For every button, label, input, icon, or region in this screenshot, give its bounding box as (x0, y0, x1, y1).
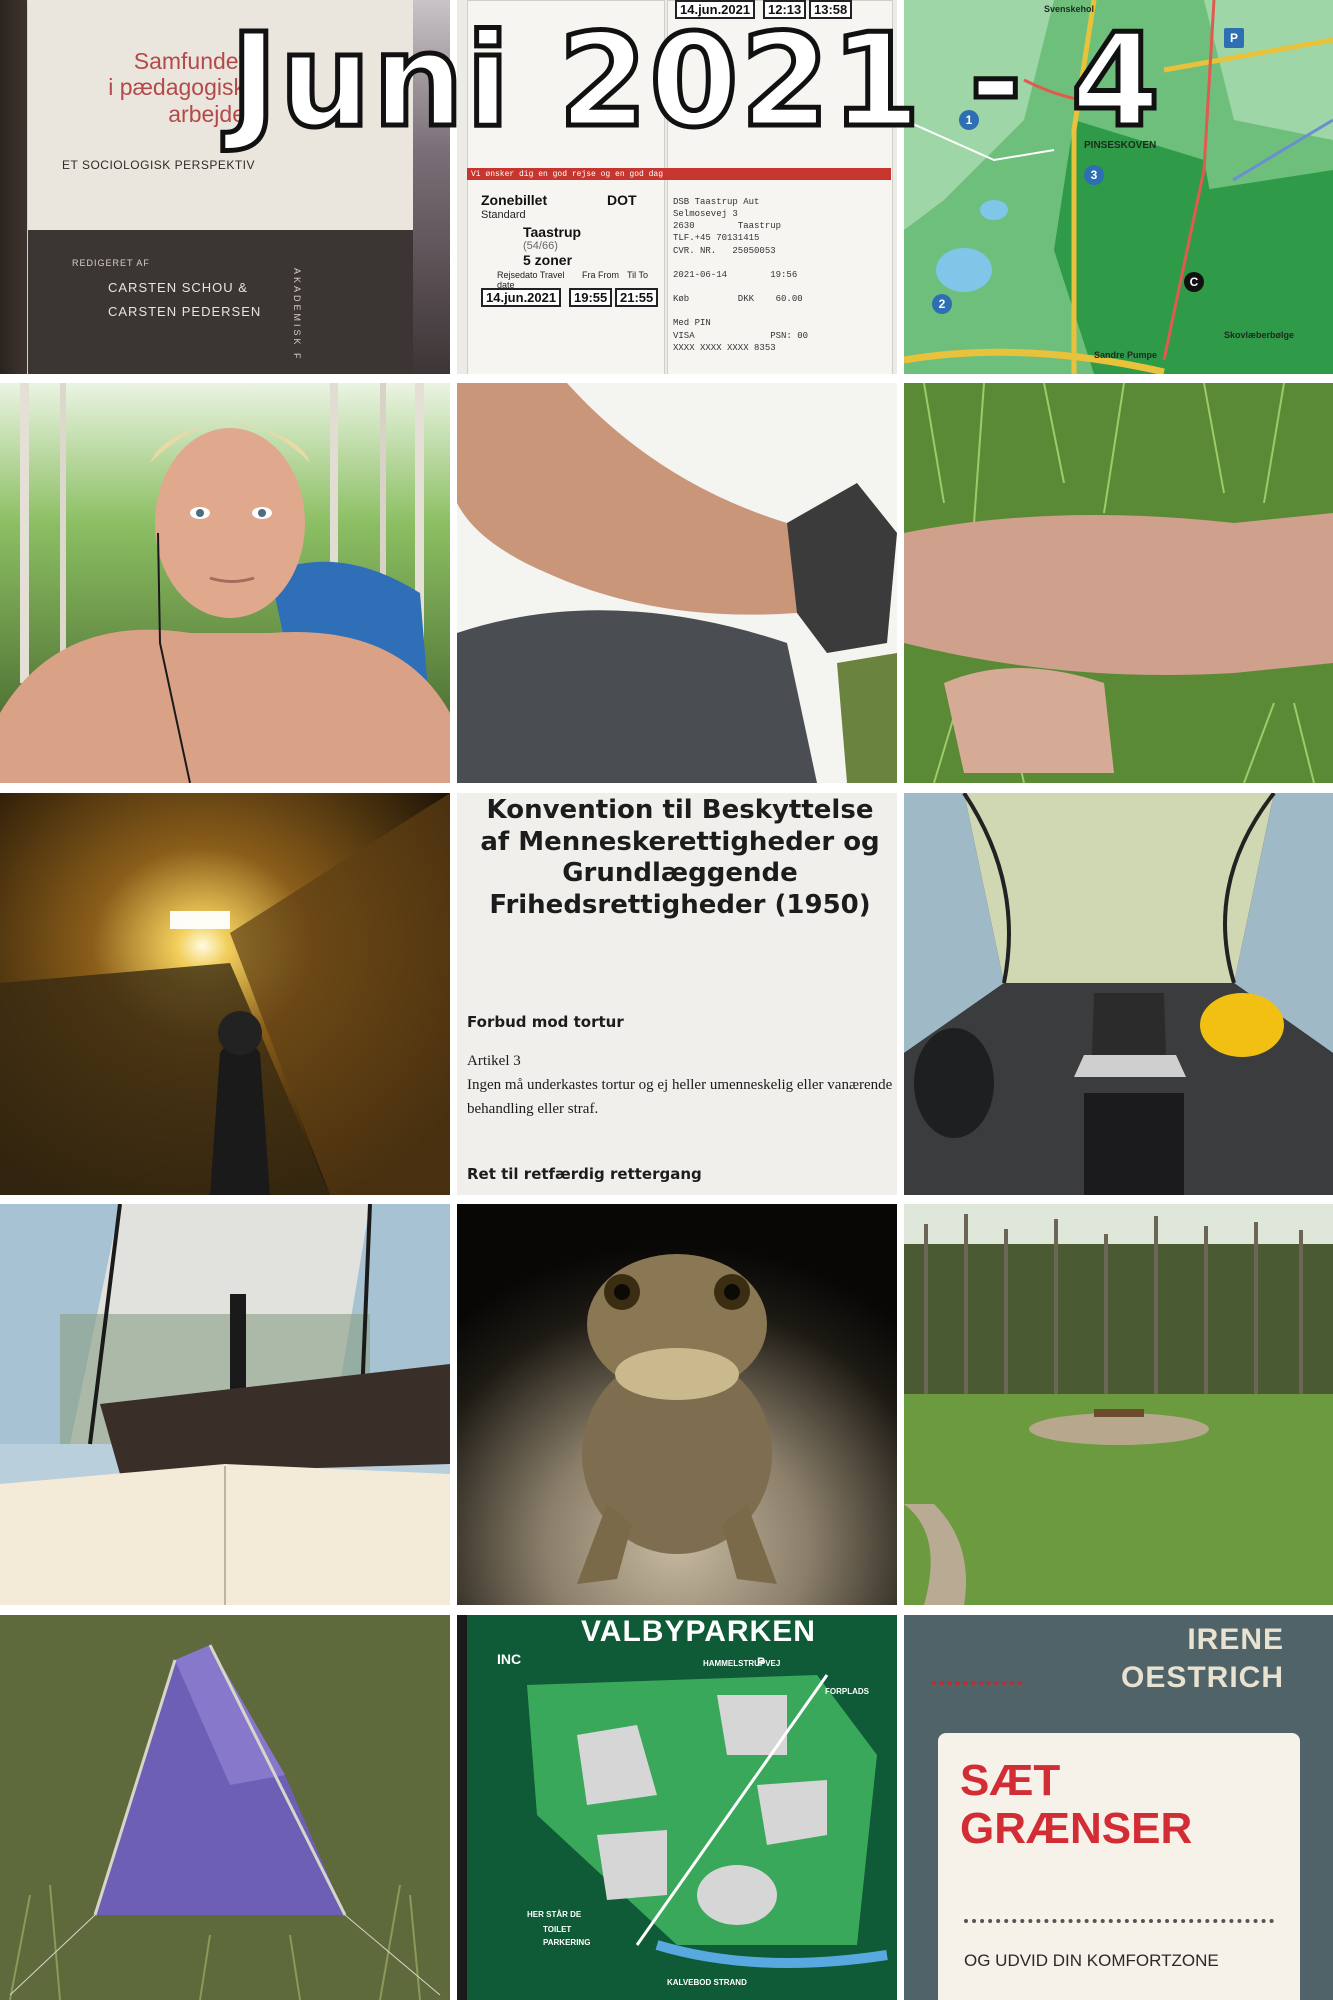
book-title-line: Samfundet (133, 48, 245, 74)
ticket-zones: 5 zoner (523, 252, 573, 268)
ticket-warning: Vi ønsker dig en god rejse og en god dag (471, 170, 664, 179)
photo-document: Konvention til Beskyttelse af Menneskere… (457, 793, 897, 1195)
tent-grass-drawing (0, 1615, 450, 2000)
book-author: OESTRICH (1120, 1661, 1284, 1694)
ticket-zone-range: (54/66) (523, 240, 558, 252)
park-title: VALBYPARKEN (581, 1615, 816, 1648)
ticket-arrival: 21:55 (615, 288, 659, 307)
park-legend: HER STÅR DE (527, 1910, 582, 1919)
map-label: Sandre Pumpe (1094, 350, 1158, 360)
book-title: SÆT (960, 1756, 1061, 1805)
page-title: Juni 2021 - 4 (228, 7, 1163, 156)
book-editor: CARSTEN PEDERSEN (108, 304, 262, 319)
ticket-type: Zonebillet (481, 192, 548, 208)
forest-drawing (904, 1204, 1333, 1605)
parking-icon: P (1224, 28, 1244, 48)
photo-wrist-on-grass (904, 383, 1333, 783)
photo-tunnel (0, 793, 450, 1195)
ticket-to-label: Til To (627, 270, 649, 280)
document-section: Forbud mod tortur (467, 1013, 624, 1031)
document-section: Ret til retfærdig rettergang (467, 1165, 702, 1183)
dotted-divider (964, 1919, 1274, 1923)
photo-tent-on-grass (0, 1615, 450, 2000)
park-parking-label: PARKERING (543, 1938, 591, 1947)
photo-forest-clearing (904, 1204, 1333, 1605)
document-text: Ingen må underkastes tortur og ej heller… (467, 1077, 893, 1117)
tunnel-drawing (0, 793, 450, 1195)
park-toilet-label: TOILET (543, 1925, 572, 1934)
book-dark-band (28, 230, 413, 374)
document-heading: Konvention til Beskyttelse af Menneskere… (480, 795, 880, 921)
parking-icon: P (757, 1655, 766, 1669)
photo-book-cover-2: IRENE OESTRICH SÆT GRÆNSER OG UDVID DIN … (904, 1615, 1333, 2000)
book-subtitle: ET SOCIOLOGISK PERSPEKTIV (62, 158, 255, 172)
book-editor: CARSTEN SCHOU & (108, 280, 248, 295)
grass-drawing (904, 383, 1333, 783)
book-subtitle: OG UDVID DIN KOMFORTZONE (964, 1951, 1219, 1970)
ticket-travel-date-label: Rejsedato Travel date (497, 270, 565, 290)
map-label: Skovlæberbølge (1224, 330, 1295, 340)
park-map-drawing (457, 1615, 897, 2000)
map-marker: 3 (1084, 165, 1104, 185)
photo-tent-laptop (904, 793, 1333, 1195)
tent-reading-drawing (0, 1204, 450, 1605)
book-title-line: arbejde (168, 100, 245, 127)
park-entrance-label: FORPLADS (825, 1687, 869, 1696)
ticket-from-label: Fra From (582, 270, 619, 280)
book-edited-by: REDIGERET AF (72, 258, 150, 268)
park-shore-label: KALVEBOD STRAND (667, 1978, 747, 1987)
photo-collage: Samfundet i pædagogisk arbejde ET SOCIOL… (0, 0, 1333, 2000)
toad-drawing (457, 1204, 897, 1605)
dotted-divider (932, 1681, 1022, 1685)
park-logo: INC (497, 1651, 522, 1667)
park-road-label: HAMMELSTRUPVEJ (703, 1659, 781, 1668)
ticket-travel-date: 14.jun.2021 (481, 288, 562, 307)
book-publisher: AKADEMISK F (292, 268, 302, 362)
ticket-class: Standard (481, 209, 526, 221)
photo-park-sign: VALBYPARKEN HAMMELSTRUPVEJ FORPLADS INC … (457, 1615, 897, 2000)
photo-selfie (0, 383, 450, 783)
book-title-line: i pædagogisk (108, 74, 245, 101)
leg-drawing (457, 383, 897, 783)
map-marker: 2 (932, 294, 952, 314)
ticket-departure: 19:55 (569, 288, 613, 307)
map-marker: C (1184, 272, 1204, 292)
photo-tent-reading (0, 1204, 450, 1605)
document-article: Artikel 3 (467, 1053, 521, 1069)
book-author: IRENE (1187, 1623, 1284, 1656)
selfie-drawing (0, 383, 450, 783)
ticket-receipt: DSB Taastrup Aut Selmosevej 3 2630 Taast… (673, 197, 809, 353)
ticket-from-station: Taastrup (523, 224, 582, 240)
tent-laptop-drawing (904, 793, 1333, 1195)
book-title: GRÆNSER (960, 1804, 1193, 1853)
photo-toad (457, 1204, 897, 1605)
book-title: Samfundet i pædagogisk arbejde (40, 48, 245, 127)
photo-leg (457, 383, 897, 783)
ticket-operator: DOT (607, 192, 637, 208)
